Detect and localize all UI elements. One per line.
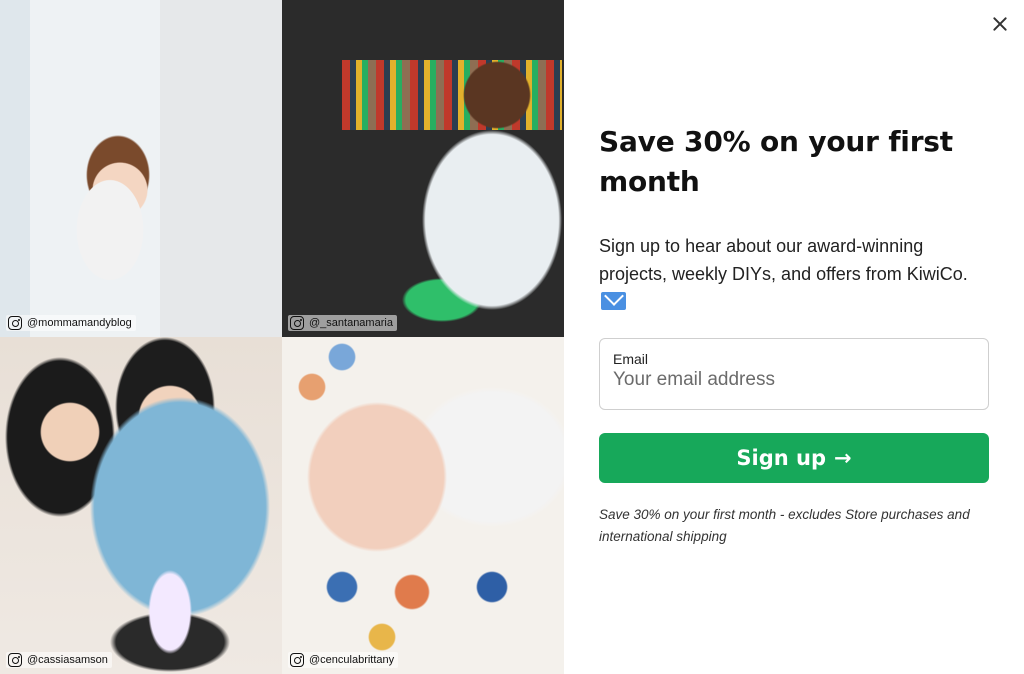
page-title: Save 30% on your first month — [599, 125, 953, 198]
instagram-icon — [8, 653, 22, 667]
photo-credit-handle: @mommamandyblog — [27, 317, 132, 329]
photo-credit-handle: @cenculabrittany — [309, 654, 395, 666]
envelope-icon — [601, 292, 626, 310]
email-input[interactable] — [613, 369, 975, 391]
email-field-label: Email — [613, 351, 649, 367]
photo-credit: @_santanamaria — [288, 315, 397, 331]
photo-credit-handle: @cassiasamson — [27, 654, 108, 666]
instagram-icon — [290, 316, 304, 330]
close-icon[interactable] — [988, 12, 1012, 36]
instagram-icon — [290, 653, 304, 667]
instagram-icon — [8, 316, 22, 330]
sign-up-button-label: Sign up — [736, 446, 826, 470]
photo-tile: @cassiasamson — [0, 337, 282, 674]
photo-credit: @cenculabrittany — [288, 652, 399, 668]
photo-tile: @cenculabrittany — [282, 337, 564, 674]
photo-grid: @mommamandyblog @_santanamaria @cassiasa… — [0, 0, 564, 674]
signup-description: Sign up to hear about our award-winning … — [599, 232, 991, 316]
signup-content: Save 30% on your first month Sign up to … — [599, 122, 991, 316]
photo-credit: @cassiasamson — [6, 652, 112, 668]
photo-tile: @mommamandyblog — [0, 0, 282, 337]
signup-description-text: Sign up to hear about our award-winning … — [599, 236, 968, 284]
photo-tile: @_santanamaria — [282, 0, 564, 337]
arrow-right-icon: → — [834, 446, 852, 470]
photo-credit-handle: @_santanamaria — [309, 317, 393, 329]
email-field[interactable]: Email — [599, 338, 989, 410]
sign-up-button[interactable]: Sign up → — [599, 433, 989, 483]
offer-disclaimer: Save 30% on your first month - excludes … — [599, 507, 970, 544]
signup-modal: @mommamandyblog @_santanamaria @cassiasa… — [0, 0, 1024, 674]
photo-credit: @mommamandyblog — [6, 315, 136, 331]
